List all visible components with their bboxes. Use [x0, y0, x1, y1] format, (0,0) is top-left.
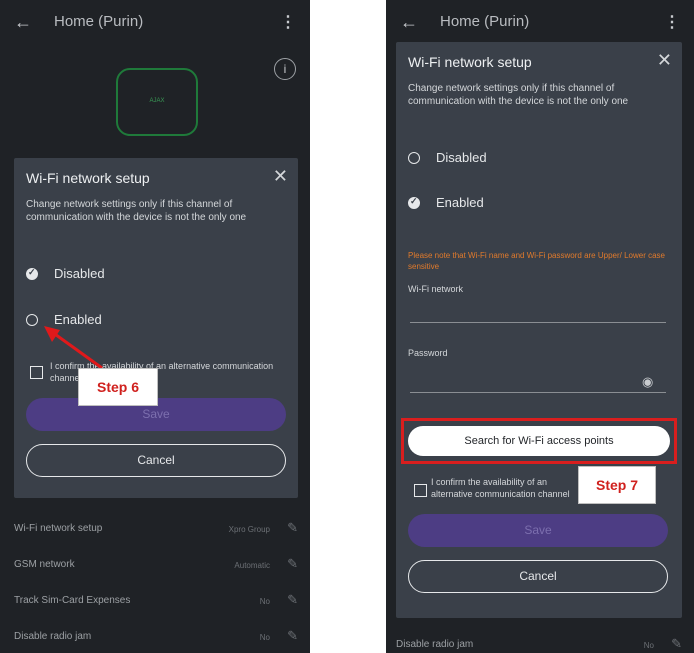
page-title: Home (Purin): [440, 13, 530, 30]
wifi-setup-dialog: Wi-Fi network setup ✕ Change network set…: [396, 42, 682, 618]
confirm-checkbox[interactable]: [414, 484, 427, 497]
arrow-line: [51, 330, 103, 370]
case-sensitive-note: Please note that Wi-Fi name and Wi-Fi pa…: [408, 251, 665, 271]
back-arrow-icon[interactable]: ←: [400, 12, 418, 33]
save-button[interactable]: Save: [408, 514, 668, 547]
password-label: Password: [408, 348, 448, 358]
search-button-highlight: [401, 418, 677, 464]
radio-enabled[interactable]: Enabled: [396, 193, 682, 217]
edit-pencil-icon[interactable]: ✎: [671, 636, 682, 652]
radio-checked-icon: [408, 196, 420, 209]
close-icon[interactable]: ✕: [657, 50, 672, 71]
wifi-network-label: Wi-Fi network: [408, 284, 464, 294]
cancel-button[interactable]: Cancel: [408, 560, 668, 593]
step-7-label: Step 7: [578, 466, 656, 504]
setting-label: Disable radio jam: [396, 639, 474, 650]
radio-label: Enabled: [436, 195, 484, 210]
more-menu-icon[interactable]: ⋮: [664, 12, 680, 32]
eye-icon[interactable]: ◉: [642, 374, 653, 390]
wifi-network-field[interactable]: [410, 322, 666, 323]
settings-row-radio-jam[interactable]: Disable radio jam No ✎: [386, 628, 694, 653]
confirm-text: I confirm the availability of an alterna…: [431, 477, 570, 499]
step-6-label: Step 6: [78, 368, 158, 406]
arrow-head-icon: [44, 326, 60, 342]
right-phone-screen: ← Home (Purin) ⋮ Disable radio jam No ✎ …: [386, 0, 694, 653]
radio-label: Disabled: [436, 150, 487, 165]
setting-value: No: [643, 641, 654, 650]
password-field[interactable]: [410, 392, 666, 393]
dialog-title: Wi-Fi network setup: [408, 54, 532, 70]
radio-unchecked-icon: [408, 152, 420, 164]
top-bar: ← Home (Purin) ⋮: [386, 0, 694, 44]
radio-disabled[interactable]: Disabled: [396, 148, 682, 172]
dialog-description: Change network settings only if this cha…: [408, 83, 629, 107]
